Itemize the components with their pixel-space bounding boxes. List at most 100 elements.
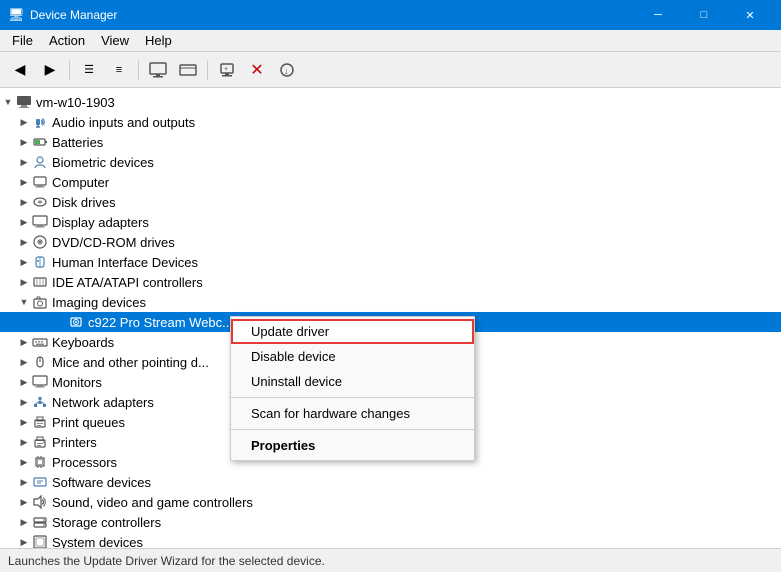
disk-icon <box>32 194 48 210</box>
ide-icon <box>32 274 48 290</box>
menu-help[interactable]: Help <box>137 31 180 50</box>
arrow-7: ▶ <box>16 254 32 270</box>
mouse-icon <box>32 354 48 370</box>
arrow-16: ▶ <box>16 434 32 450</box>
arrow-15: ▶ <box>16 414 32 430</box>
forward-button[interactable]: ▶ <box>36 56 64 84</box>
window-title: Device Manager <box>30 8 635 22</box>
menu-action[interactable]: Action <box>41 31 93 50</box>
label-1: Batteries <box>52 135 103 150</box>
ctx-disable-device[interactable]: Disable device <box>231 344 474 369</box>
monitor-icon <box>32 374 48 390</box>
keyboard-icon <box>32 334 48 350</box>
label-4: Disk drives <box>52 195 116 210</box>
toolbar: ◀ ▶ ☰ ≡ + ✕ ↓ <box>0 52 781 88</box>
arrow-9: ▼ <box>16 294 32 310</box>
ctx-sep-2 <box>231 429 474 430</box>
label-6: DVD/CD-ROM drives <box>52 235 175 250</box>
statusbar-text: Launches the Update Driver Wizard for th… <box>8 554 325 568</box>
label-11: Keyboards <box>52 335 114 350</box>
context-menu: Update driver Disable device Uninstall d… <box>230 316 475 461</box>
minimize-button[interactable]: ─ <box>635 0 681 30</box>
maximize-button[interactable]: □ <box>681 0 727 30</box>
show-devices-button[interactable] <box>144 56 172 84</box>
arrow-12: ▶ <box>16 354 32 370</box>
tree-item-21[interactable]: ▶ System devices <box>0 532 781 548</box>
label-0: Audio inputs and outputs <box>52 115 195 130</box>
resource-view-button[interactable] <box>174 56 202 84</box>
arrow-18: ▶ <box>16 474 32 490</box>
ctx-scan-hardware[interactable]: Scan for hardware changes <box>231 401 474 426</box>
update-driver-button[interactable]: ↓ <box>273 56 301 84</box>
battery-icon <box>32 134 48 150</box>
computer-icon <box>32 174 48 190</box>
label-13: Monitors <box>52 375 102 390</box>
tree-item-9[interactable]: ▼ Imaging devices <box>0 292 781 312</box>
arrow-21: ▶ <box>16 534 32 548</box>
root-arrow: ▼ <box>0 94 16 110</box>
label-3: Computer <box>52 175 109 190</box>
tree-item-3[interactable]: ▶ Computer <box>0 172 781 192</box>
arrow-14: ▶ <box>16 394 32 410</box>
label-9: Imaging devices <box>52 295 146 310</box>
arrow-1: ▶ <box>16 134 32 150</box>
label-12: Mice and other pointing d... <box>52 355 209 370</box>
tree-item-4[interactable]: ▶ Disk drives <box>0 192 781 212</box>
label-8: IDE ATA/ATAPI controllers <box>52 275 203 290</box>
tree-item-7[interactable]: ▶ Human Interface Devices <box>0 252 781 272</box>
tree-root[interactable]: ▼ vm-w10-1903 <box>0 92 781 112</box>
properties-button[interactable]: ☰ <box>75 56 103 84</box>
window-controls[interactable]: ─ □ ✕ <box>635 0 773 30</box>
arrow-17: ▶ <box>16 454 32 470</box>
label-16: Printers <box>52 435 97 450</box>
webcam-arrow <box>52 314 68 330</box>
ctx-update-driver[interactable]: Update driver <box>231 319 474 344</box>
arrow-5: ▶ <box>16 214 32 230</box>
software-devices-icon <box>32 474 48 490</box>
root-label: vm-w10-1903 <box>36 95 115 110</box>
remove-device-button[interactable]: ✕ <box>243 56 271 84</box>
back-button[interactable]: ◀ <box>6 56 34 84</box>
label-15: Print queues <box>52 415 125 430</box>
label-7: Human Interface Devices <box>52 255 198 270</box>
statusbar: Launches the Update Driver Wizard for th… <box>0 548 781 572</box>
label-19: Sound, video and game controllers <box>52 495 253 510</box>
label-18: Software devices <box>52 475 151 490</box>
close-button[interactable]: ✕ <box>727 0 773 30</box>
menu-file[interactable]: File <box>4 31 41 50</box>
hid-icon <box>32 254 48 270</box>
computer-icon <box>16 94 32 110</box>
tree-item-18[interactable]: ▶ Software devices <box>0 472 781 492</box>
menubar: File Action View Help <box>0 30 781 52</box>
webcam-label: c922 Pro Stream Webc... <box>88 315 233 330</box>
display-icon <box>32 214 48 230</box>
app-icon: 🖥 <box>8 7 24 23</box>
printer-icon <box>32 434 48 450</box>
tree-item-0[interactable]: ▶ Audio inputs and outputs <box>0 112 781 132</box>
tree-item-8[interactable]: ▶ IDE ATA/ATAPI controllers <box>0 272 781 292</box>
tree-item-6[interactable]: ▶ DVD/CD-ROM drives <box>0 232 781 252</box>
print-queue-icon <box>32 414 48 430</box>
ctx-properties[interactable]: Properties <box>231 433 474 458</box>
scan-changes-button[interactable]: + <box>213 56 241 84</box>
ctx-sep-1 <box>231 397 474 398</box>
tree-item-19[interactable]: ▶ Sound, video and game controllers <box>0 492 781 512</box>
driver-update-button[interactable]: ≡ <box>105 56 133 84</box>
tree-item-5[interactable]: ▶ Display adapters <box>0 212 781 232</box>
tree-item-2[interactable]: ▶ Biometric devices <box>0 152 781 172</box>
svg-text:+: + <box>224 66 228 73</box>
biometric-icon <box>32 154 48 170</box>
label-5: Display adapters <box>52 215 149 230</box>
webcam-icon <box>68 314 84 330</box>
tree-item-20[interactable]: ▶ Storage controllers <box>0 512 781 532</box>
arrow-8: ▶ <box>16 274 32 290</box>
titlebar: 🖥 Device Manager ─ □ ✕ <box>0 0 781 30</box>
arrow-13: ▶ <box>16 374 32 390</box>
label-14: Network adapters <box>52 395 154 410</box>
device-tree[interactable]: ▼ vm-w10-1903 ▶ Audio inputs and outputs… <box>0 88 781 548</box>
ctx-uninstall-device[interactable]: Uninstall device <box>231 369 474 394</box>
menu-view[interactable]: View <box>93 31 137 50</box>
arrow-6: ▶ <box>16 234 32 250</box>
arrow-4: ▶ <box>16 194 32 210</box>
tree-item-1[interactable]: ▶ Batteries <box>0 132 781 152</box>
